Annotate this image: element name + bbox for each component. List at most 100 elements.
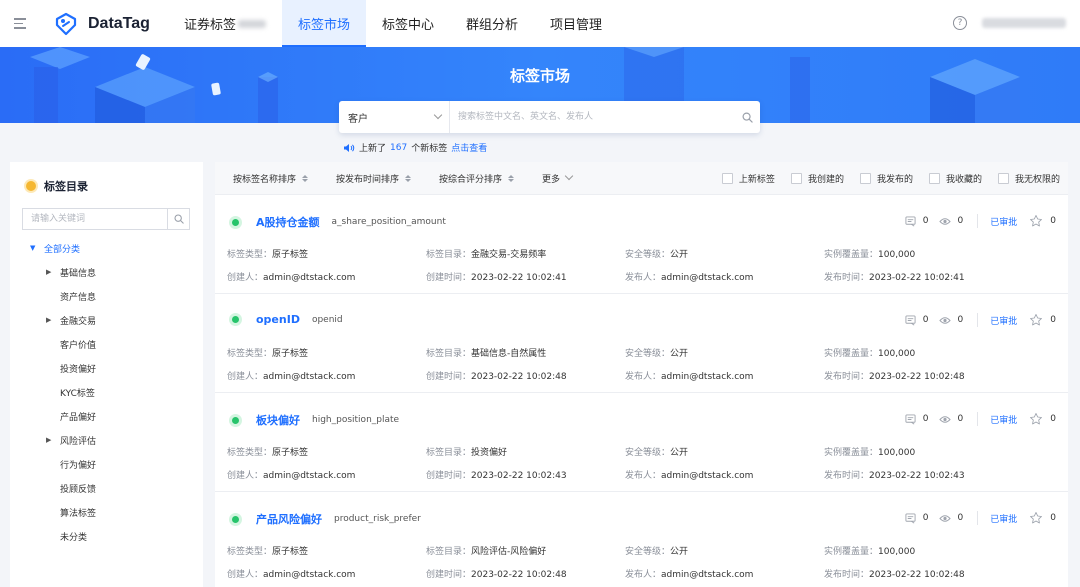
approval-status[interactable]: 已审批 bbox=[990, 314, 1017, 327]
comment-count[interactable]: 0 bbox=[905, 413, 929, 425]
tag-name-link[interactable]: A股持仓金额 bbox=[256, 214, 320, 230]
top-navigation: DataTag 证券标签 标签市场 标签中心 群组分析 项目管理 ? bbox=[0, 0, 1080, 47]
view-count-value: 0 bbox=[957, 513, 964, 523]
menu-icon[interactable] bbox=[0, 0, 40, 47]
caret-right-icon[interactable]: ▶ bbox=[46, 316, 60, 324]
filter-label: 我收藏的 bbox=[945, 175, 982, 185]
sort-by-name[interactable]: 按标签名称排序 bbox=[233, 172, 309, 185]
nav-item-tag-center[interactable]: 标签中心 bbox=[366, 0, 450, 47]
tree-item[interactable]: 资产信息 bbox=[10, 284, 203, 308]
more-filters-dropdown[interactable]: 更多 bbox=[542, 171, 574, 185]
nav-item-group-analysis[interactable]: 群组分析 bbox=[450, 0, 534, 47]
creator: 创建人：admin@dtstack.com bbox=[227, 570, 356, 580]
favorite-button[interactable]: 0 bbox=[1029, 511, 1056, 525]
instance-coverage: 实例覆盖量：100,000 bbox=[824, 349, 916, 359]
checkbox[interactable] bbox=[928, 173, 940, 184]
catalog-tree: ▼ 全部分类 ▶ 基础信息 资产信息 ▶ 金融交易 客户价值 投资偏好 KYC标签 产… bbox=[10, 236, 203, 548]
user-menu[interactable] bbox=[982, 18, 1066, 28]
filter-new-tags[interactable]: 上新标签 bbox=[721, 172, 775, 185]
creator: 创建人：admin@dtstack.com bbox=[227, 273, 356, 283]
search-input[interactable] bbox=[450, 102, 734, 132]
security-level: 安全等级：公开 bbox=[625, 448, 689, 458]
checkbox[interactable] bbox=[721, 173, 733, 184]
tree-item[interactable]: 投顾反馈 bbox=[10, 476, 203, 500]
filter-published-by-me[interactable]: 我发布的 bbox=[859, 172, 913, 185]
tree-item[interactable]: 产品偏好 bbox=[10, 404, 203, 428]
view-count-value: 0 bbox=[957, 216, 964, 226]
checkbox[interactable] bbox=[790, 173, 802, 184]
search-icon[interactable] bbox=[734, 102, 760, 132]
catalog-header: 标签目录 bbox=[26, 178, 203, 194]
star-icon bbox=[1030, 413, 1043, 425]
catalog-search-input[interactable] bbox=[23, 209, 167, 229]
approval-status[interactable]: 已审批 bbox=[990, 215, 1017, 228]
sort-filter-bar: 按标签名称排序 按发布时间排序 按综合评分排序 更多 上新标签 我创建的 我发布… bbox=[215, 162, 1068, 195]
tag-name-link[interactable]: openID bbox=[256, 313, 300, 326]
nav-item-tag-market[interactable]: 标签市场 bbox=[281, 0, 366, 47]
tag-code: openid bbox=[311, 314, 343, 325]
sort-label: 按综合评分排序 bbox=[439, 174, 503, 185]
favorite-button[interactable]: 0 bbox=[1029, 412, 1056, 426]
sort-by-score[interactable]: 按综合评分排序 bbox=[439, 172, 515, 185]
tag-name-link[interactable]: 板块偏好 bbox=[256, 412, 300, 428]
instance-coverage: 实例覆盖量：100,000 bbox=[824, 547, 916, 557]
sort-icon bbox=[405, 174, 412, 182]
nav-item-securities-tags[interactable]: 证券标签 bbox=[168, 0, 282, 47]
filter-label: 我创建的 bbox=[807, 175, 844, 185]
tree-item[interactable]: 客户价值 bbox=[10, 332, 203, 356]
tag-card-list: A股持仓金额 a_share_position_amount 0 0 已审批 0… bbox=[215, 195, 1068, 587]
tag-search-bar: 客户 bbox=[339, 101, 760, 133]
approval-status[interactable]: 已审批 bbox=[990, 512, 1017, 525]
filter-no-permission[interactable]: 我无权限的 bbox=[997, 172, 1060, 185]
tree-item[interactable]: 未分类 bbox=[10, 524, 203, 548]
filter-created-by-me[interactable]: 我创建的 bbox=[790, 172, 844, 185]
tree-item-label: 行为偏好 bbox=[60, 460, 97, 471]
checkbox[interactable] bbox=[859, 173, 871, 184]
filter-favorited[interactable]: 我收藏的 bbox=[928, 172, 982, 185]
publisher: 发布人：admin@dtstack.com bbox=[625, 372, 754, 382]
comment-icon bbox=[905, 314, 916, 325]
tree-item[interactable]: ▶ 基础信息 bbox=[10, 260, 203, 284]
caret-right-icon[interactable]: ▶ bbox=[46, 268, 60, 276]
search-icon[interactable] bbox=[167, 209, 189, 229]
publisher: 发布人：admin@dtstack.com bbox=[625, 471, 754, 481]
redacted-text bbox=[237, 19, 266, 28]
divider bbox=[977, 214, 979, 228]
comment-count[interactable]: 0 bbox=[905, 215, 929, 227]
published-time: 发布时间：2023-02-22 10:02:41 bbox=[824, 273, 965, 283]
filter-label: 我发布的 bbox=[876, 175, 913, 185]
comment-count[interactable]: 0 bbox=[905, 314, 929, 326]
help-icon[interactable]: ? bbox=[953, 16, 967, 30]
approval-status[interactable]: 已审批 bbox=[990, 413, 1017, 426]
instance-coverage: 实例覆盖量：100,000 bbox=[824, 448, 916, 458]
created-time: 创建时间：2023-02-22 10:02:48 bbox=[426, 570, 567, 580]
caret-right-icon[interactable]: ▶ bbox=[46, 436, 60, 444]
tag-card: openID openid 0 0 已审批 0 标签类型：原子标签 标签目录：基… bbox=[215, 294, 1068, 393]
comment-count[interactable]: 0 bbox=[905, 512, 929, 524]
tree-item[interactable]: 行为偏好 bbox=[10, 452, 203, 476]
view-new-tags-link[interactable]: 点击查看 bbox=[451, 141, 487, 154]
tag-list-panel: 按标签名称排序 按发布时间排序 按综合评分排序 更多 上新标签 我创建的 我发布… bbox=[215, 162, 1068, 587]
tree-item[interactable]: 算法标签 bbox=[10, 500, 203, 524]
tag-name-link[interactable]: 产品风险偏好 bbox=[256, 511, 322, 527]
tree-item[interactable]: ▶ 风险评估 bbox=[10, 428, 203, 452]
favorite-button[interactable]: 0 bbox=[1029, 313, 1056, 327]
tree-item-all[interactable]: ▼ 全部分类 bbox=[10, 236, 203, 260]
tree-item[interactable]: KYC标签 bbox=[10, 380, 203, 404]
sort-by-publish-time[interactable]: 按发布时间排序 bbox=[336, 172, 412, 185]
search-scope-select[interactable]: 客户 bbox=[339, 101, 450, 133]
chevron-down-icon bbox=[433, 110, 443, 120]
tree-item[interactable]: 投资偏好 bbox=[10, 356, 203, 380]
published-time: 发布时间：2023-02-22 10:02:43 bbox=[824, 471, 965, 481]
datatag-logo-icon bbox=[55, 12, 77, 35]
tree-item-label: 投顾反馈 bbox=[60, 484, 97, 495]
status-dot-icon bbox=[229, 512, 242, 526]
comment-count-value: 0 bbox=[922, 315, 929, 325]
security-level: 安全等级：公开 bbox=[625, 250, 689, 260]
checkbox[interactable] bbox=[997, 173, 1009, 184]
tree-item[interactable]: ▶ 金融交易 bbox=[10, 308, 203, 332]
nav-label: 标签市场 bbox=[297, 18, 350, 33]
nav-item-project-management[interactable]: 项目管理 bbox=[534, 0, 618, 47]
brand[interactable]: DataTag bbox=[54, 12, 150, 36]
favorite-button[interactable]: 0 bbox=[1029, 214, 1056, 228]
